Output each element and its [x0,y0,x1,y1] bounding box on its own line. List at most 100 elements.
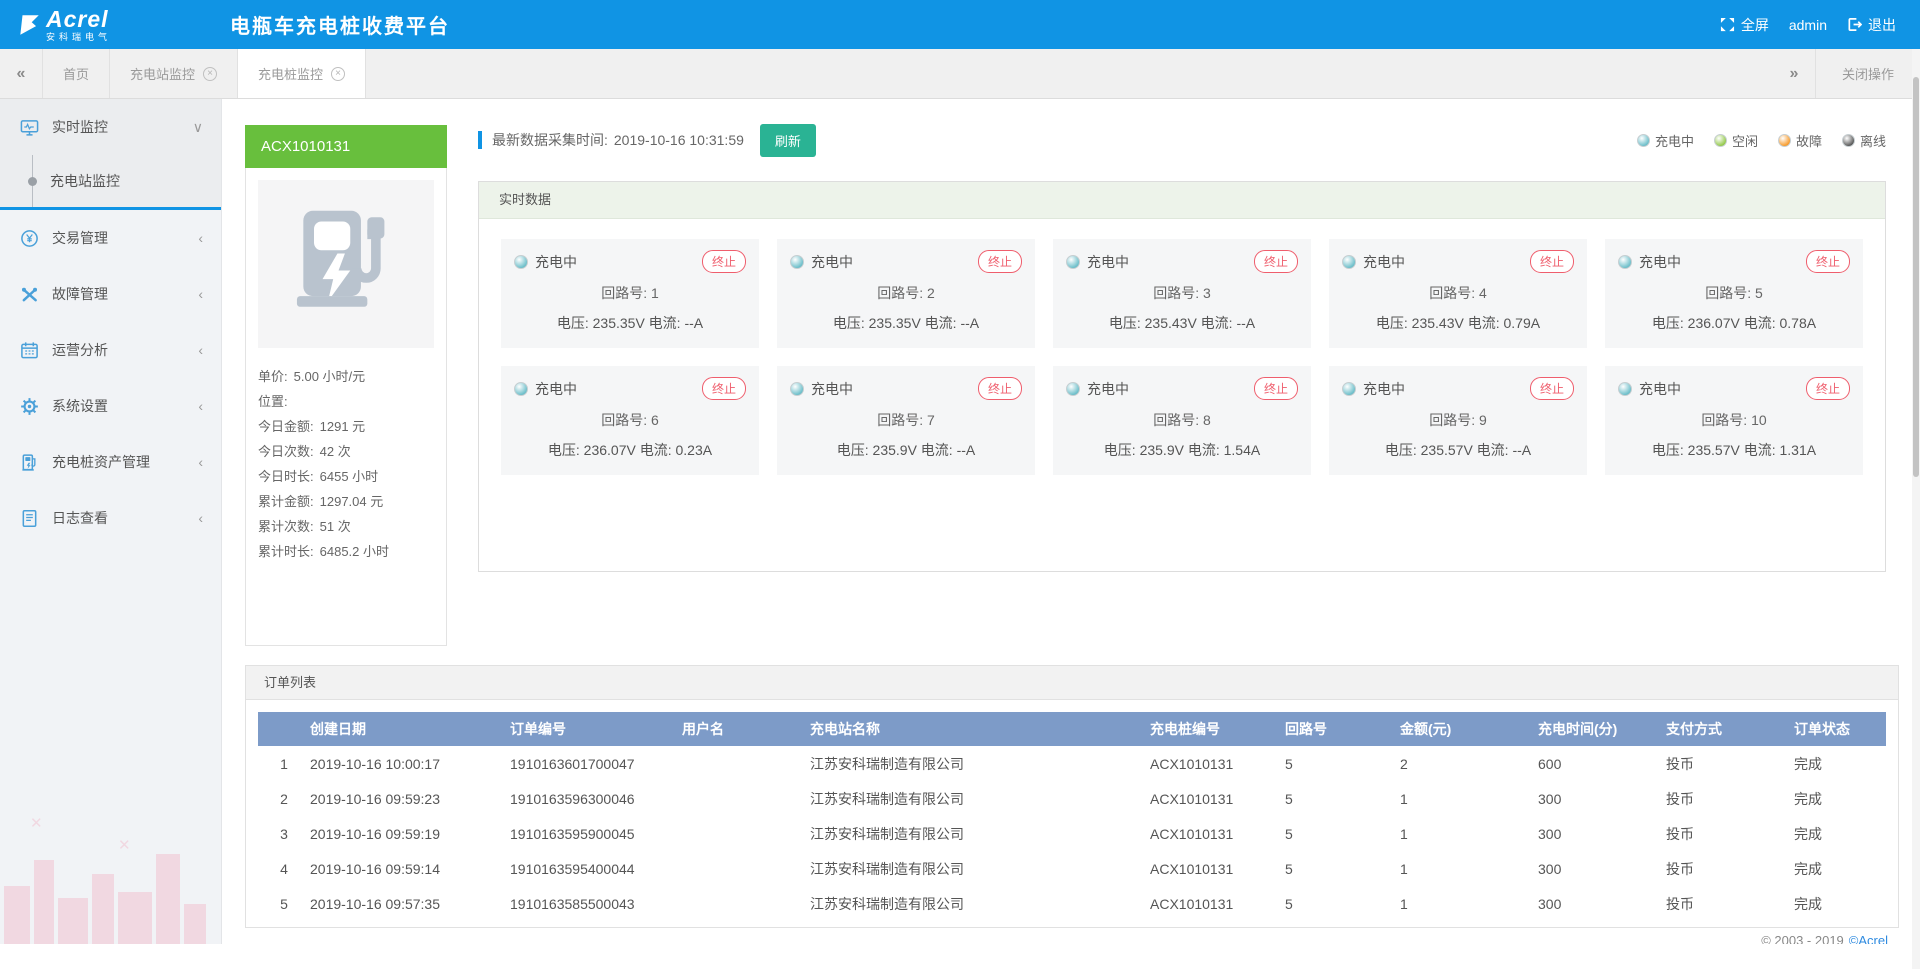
order-cell: 完成 [1790,851,1886,886]
chevron-left-icon: ‹ [198,230,203,246]
close-operations-button[interactable]: 关闭操作 [1815,49,1920,98]
stop-button[interactable]: 终止 [1806,377,1850,400]
tab-pile-monitor[interactable]: 充电桩监控× [238,49,366,98]
card-status-label: 充电中 [1087,252,1129,272]
page-scrollbar[interactable] [1912,49,1920,969]
sidebar-item-fault-mgmt[interactable]: 故障管理‹ [0,266,221,322]
realtime-section-title: 实时数据 [479,182,1885,219]
card-status-label: 充电中 [535,379,577,399]
order-cell: 1910163585500043 [506,886,678,921]
tab-close-icon[interactable]: × [203,67,217,81]
accent-bar [478,131,482,149]
charging-card: 充电中终止回路号: 3电压: 235.43V 电流: --A [1053,239,1311,348]
sidebar-item-transaction-mgmt[interactable]: 交易管理‹ [0,210,221,266]
gear-icon [20,397,39,416]
charging-orb-icon [1618,382,1632,396]
table-row[interactable]: 12019-10-16 10:00:171910163601700047江苏安科… [258,746,1886,781]
sidebar-group-transaction-mgmt: 交易管理‹ [0,210,221,266]
stat-label: 今日时长: [258,469,314,484]
order-cell: 1 [1396,851,1534,886]
charging-orb-icon [1066,382,1080,396]
chevron-left-icon: ‹ [198,342,203,358]
card-measurements: 电压: 235.9V 电流: 1.54A [1066,440,1298,460]
device-stat: 累计时长:6485.2 小时 [258,539,434,564]
sidebar-item-realtime-monitor[interactable]: 实时监控∨ [0,99,221,155]
sidebar-item-pile-asset-mgmt[interactable]: 充电桩资产管理‹ [0,434,221,490]
order-cell: 投币 [1662,746,1790,781]
stop-button[interactable]: 终止 [702,377,746,400]
stat-label: 累计次数: [258,519,314,534]
table-row[interactable]: 32019-10-16 09:59:191910163595900045江苏安科… [258,816,1886,851]
sidebar-item-operation-analysis[interactable]: 运营分析‹ [0,322,221,378]
user-menu[interactable]: admin [1789,17,1827,33]
fullscreen-icon [1720,17,1735,32]
stop-button[interactable]: 终止 [1254,377,1298,400]
stat-label: 单价: [258,369,288,384]
logout-button[interactable]: 退出 [1847,15,1896,35]
chevron-left-icon: ‹ [198,286,203,302]
stat-label: 累计金额: [258,494,314,509]
page-footer: © 2003 - 2019 ©Acrel [245,928,1920,944]
order-cell: 1 [1396,886,1534,921]
logout-icon [1847,17,1862,32]
tabs-scroll-right-button[interactable]: » [1773,49,1815,98]
realtime-cards: 充电中终止回路号: 1电压: 235.35V 电流: --A充电中终止回路号: … [479,219,1885,495]
stop-button[interactable]: 终止 [978,377,1022,400]
card-measurements: 电压: 235.43V 电流: 0.79A [1342,313,1574,333]
order-cell: ACX1010131 [1146,816,1281,851]
stop-button[interactable]: 终止 [1530,250,1574,273]
sidebar-subitem-station-monitor[interactable]: 充电站监控 [0,155,221,207]
chevron-left-icon: ‹ [198,510,203,526]
tab-station-monitor[interactable]: 充电站监控× [110,49,238,98]
stat-value: 51 次 [320,519,351,534]
order-cell: 1910163596300046 [506,781,678,816]
scrollbar-thumb[interactable] [1913,77,1919,477]
card-measurements: 电压: 235.57V 电流: --A [1342,440,1574,460]
order-cell: 300 [1534,886,1662,921]
order-cell: 4 [258,851,306,886]
orders-col-8: 支付方式 [1662,712,1790,746]
orders-col-4: 充电桩编号 [1146,712,1281,746]
sidebar-item-log-view[interactable]: 日志查看‹ [0,490,221,546]
order-cell: 1 [258,746,306,781]
stop-button[interactable]: 终止 [978,250,1022,273]
charging-card: 充电中终止回路号: 1电压: 235.35V 电流: --A [501,239,759,348]
card-measurements: 电压: 235.57V 电流: 1.31A [1618,440,1850,460]
order-cell [678,886,806,921]
order-cell: 1910163595400044 [506,851,678,886]
fullscreen-button[interactable]: 全屏 [1720,15,1769,35]
footer-brand-link[interactable]: ©Acrel [1849,933,1888,944]
sidebar: 实时监控∨充电站监控交易管理‹故障管理‹运营分析‹系统设置‹充电桩资产管理‹日志… [0,99,222,944]
log-icon [20,509,39,528]
orders-col-1: 订单编号 [506,712,678,746]
order-cell: 2 [1396,746,1534,781]
sidebar-item-system-settings[interactable]: 系统设置‹ [0,378,221,434]
card-loop-number: 回路号: 4 [1342,283,1574,303]
table-row[interactable]: 22019-10-16 09:59:231910163596300046江苏安科… [258,781,1886,816]
table-row[interactable]: 52019-10-16 09:57:351910163585500043江苏安科… [258,886,1886,921]
refresh-button[interactable]: 刷新 [760,124,816,157]
table-row[interactable]: 42019-10-16 09:59:141910163595400044江苏安科… [258,851,1886,886]
monitor-icon [20,118,39,137]
tabs-scroll-left-button[interactable]: « [0,49,42,98]
stop-button[interactable]: 终止 [1530,377,1574,400]
orders-table-body: 12019-10-16 10:00:171910163601700047江苏安科… [258,746,1886,921]
order-cell: 江苏安科瑞制造有限公司 [806,746,1146,781]
tab-home[interactable]: 首页 [42,49,110,98]
tab-close-icon[interactable]: × [331,67,345,81]
orders-table-head-row: 创建日期订单编号用户名充电站名称充电桩编号回路号金额(元)充电时间(分)支付方式… [258,712,1886,746]
stop-button[interactable]: 终止 [1254,250,1298,273]
charging-orb-icon [514,255,528,269]
order-cell: ACX1010131 [1146,851,1281,886]
card-status-label: 充电中 [535,252,577,272]
sidebar-item-label: 充电桩资产管理 [52,452,150,472]
orders-panel: 订单列表 创建日期订单编号用户名充电站名称充电桩编号回路号金额(元)充电时间(分… [245,665,1899,928]
stop-button[interactable]: 终止 [702,250,746,273]
stop-button[interactable]: 终止 [1806,250,1850,273]
sidebar-group-log-view: 日志查看‹ [0,490,221,546]
main-content: ACX1010131 [222,99,1920,944]
card-loop-number: 回路号: 8 [1066,410,1298,430]
card-status-label: 充电中 [811,252,853,272]
order-cell: 江苏安科瑞制造有限公司 [806,851,1146,886]
charging-orb-icon [1618,255,1632,269]
